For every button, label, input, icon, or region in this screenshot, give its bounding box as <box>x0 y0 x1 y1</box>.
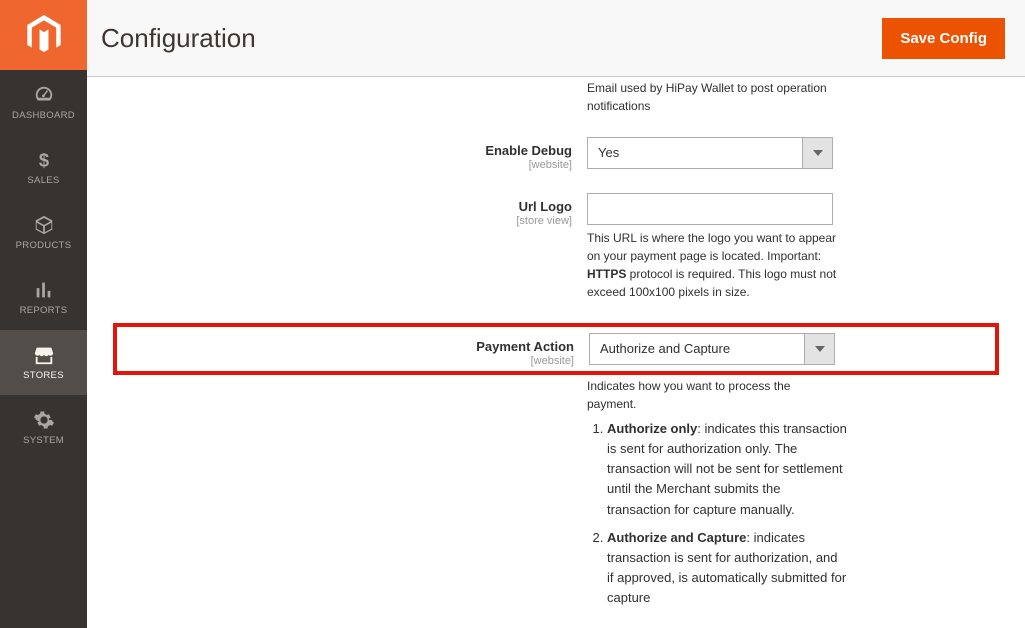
email-helper-text: Email used by HiPay Wallet to post opera… <box>587 77 839 115</box>
nav-label: REPORTS <box>20 305 68 316</box>
payment-action-highlight: Payment Action [website] Authorize and C… <box>113 323 999 375</box>
gear-icon <box>33 409 55 431</box>
nav-label: SYSTEM <box>23 435 64 446</box>
gauge-icon <box>33 84 55 106</box>
nav-label: DASHBOARD <box>12 110 75 121</box>
dollar-icon: $ <box>33 149 55 171</box>
payment-action-helper: Indicates how you want to process the pa… <box>587 377 839 413</box>
list-item: Authorize only: indicates this transacti… <box>607 419 847 520</box>
enable-debug-scope: [website] <box>117 159 572 171</box>
payment-action-value: Authorize and Capture <box>589 333 805 365</box>
payment-action-select[interactable]: Authorize and Capture <box>589 333 835 365</box>
magento-logo[interactable] <box>0 0 87 70</box>
page-header: Configuration Save Config <box>87 0 1025 77</box>
url-logo-input[interactable] <box>587 193 833 225</box>
helper-strong: HTTPS <box>587 267 626 281</box>
storefront-icon <box>33 344 55 366</box>
payment-action-notes: Indicates how you want to process the pa… <box>587 377 995 608</box>
nav-label: PRODUCTS <box>16 240 72 251</box>
save-config-button[interactable]: Save Config <box>882 18 1005 59</box>
enable-debug-row: Enable Debug [website] Yes <box>117 137 995 171</box>
admin-sidebar: DASHBOARD $ SALES PRODUCTS REPORTS STORE… <box>0 0 87 628</box>
nav-label: SALES <box>27 175 59 186</box>
url-logo-scope: [store view] <box>117 215 572 227</box>
payment-action-label: Payment Action <box>476 339 574 354</box>
nav-sales[interactable]: $ SALES <box>0 135 87 200</box>
payment-action-scope: [website] <box>119 355 574 367</box>
nav-dashboard[interactable]: DASHBOARD <box>0 70 87 135</box>
svg-text:$: $ <box>38 149 48 170</box>
page-title: Configuration <box>101 23 256 54</box>
chevron-down-icon <box>804 333 835 365</box>
url-logo-row: Url Logo [store view] This URL is where … <box>117 193 995 301</box>
url-logo-helper: This URL is where the logo you want to a… <box>587 229 837 301</box>
url-logo-label: Url Logo <box>519 199 572 214</box>
enable-debug-select[interactable]: Yes <box>587 137 833 169</box>
list-item: Authorize and Capture: indicates transac… <box>607 528 847 609</box>
enable-debug-value: Yes <box>587 137 803 169</box>
payment-action-options-list: Authorize only: indicates this transacti… <box>587 419 847 608</box>
nav-products[interactable]: PRODUCTS <box>0 200 87 265</box>
nav-system[interactable]: SYSTEM <box>0 395 87 460</box>
nav-reports[interactable]: REPORTS <box>0 265 87 330</box>
helper-pre: This URL is where the logo you want to a… <box>587 231 836 263</box>
box-icon <box>33 214 55 236</box>
enable-debug-label: Enable Debug <box>485 143 572 158</box>
chevron-down-icon <box>802 137 833 169</box>
payment-action-row: Payment Action [website] Authorize and C… <box>119 333 993 367</box>
nav-label: STORES <box>23 370 64 381</box>
main-area: Configuration Save Config Email used by … <box>87 0 1025 628</box>
bars-icon <box>33 279 55 301</box>
opt-strong: Authorize only <box>607 421 697 436</box>
nav-stores[interactable]: STORES <box>0 330 87 395</box>
config-form: Email used by HiPay Wallet to post opera… <box>87 77 1025 628</box>
opt-strong: Authorize and Capture <box>607 530 746 545</box>
